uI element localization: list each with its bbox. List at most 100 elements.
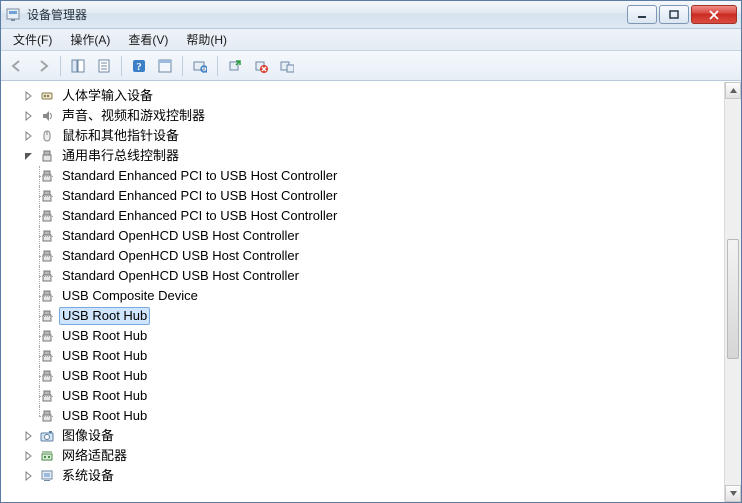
tree-item-label: USB Root Hub [59, 406, 150, 426]
toolbar-separator [182, 56, 183, 76]
action-button[interactable] [153, 54, 177, 78]
tree-node-usb-device[interactable]: USB Root Hub [39, 326, 724, 346]
tree-item-label: Standard Enhanced PCI to USB Host Contro… [59, 186, 340, 206]
expand-toggle[interactable] [23, 110, 35, 122]
tree-node-usb-device-icon [39, 288, 55, 304]
tree-node-usb-device[interactable]: Standard Enhanced PCI to USB Host Contro… [39, 186, 724, 206]
tree-item-label: Standard Enhanced PCI to USB Host Contro… [59, 206, 340, 226]
uninstall-button[interactable] [249, 54, 273, 78]
tree-node-usb-device[interactable]: Standard Enhanced PCI to USB Host Contro… [39, 166, 724, 186]
scroll-up-button[interactable] [725, 82, 741, 99]
tree-node-usb-device-icon [39, 388, 55, 404]
tree-node-system-icon [39, 468, 55, 484]
tree-item-label: USB Composite Device [59, 286, 201, 306]
close-button[interactable] [691, 5, 737, 24]
tree-node-usb-device-icon [39, 268, 55, 284]
menu-help[interactable]: 帮助(H) [178, 29, 235, 50]
tree-node-usb-device-icon [39, 228, 55, 244]
tree-node-usb-device[interactable]: Standard OpenHCD USB Host Controller [39, 246, 724, 266]
tree-item-label: Standard OpenHCD USB Host Controller [59, 246, 302, 266]
forward-button [31, 54, 55, 78]
tree-item-label: 系统设备 [59, 466, 117, 486]
tree-item-label: USB Root Hub [59, 366, 150, 386]
expand-toggle[interactable] [23, 90, 35, 102]
toolbar-separator [121, 56, 122, 76]
show-hide-tree-button[interactable] [66, 54, 90, 78]
menu-file[interactable]: 文件(F) [5, 29, 60, 50]
tree-node-imaging-icon [39, 428, 55, 444]
device-tree[interactable]: 人体学输入设备声音、视频和游戏控制器鼠标和其他指针设备通用串行总线控制器Stan… [1, 82, 724, 502]
expand-toggle[interactable] [23, 430, 35, 442]
toolbar-separator [60, 56, 61, 76]
tree-node-network-icon [39, 448, 55, 464]
svg-text:?: ? [136, 61, 142, 73]
tree-node-usb-device-icon [39, 348, 55, 364]
tree-node-usb-device-icon [39, 408, 55, 424]
tree-node-usb-device[interactable]: USB Root Hub [39, 386, 724, 406]
tree-item-label: 人体学输入设备 [59, 86, 156, 106]
toolbar-separator [217, 56, 218, 76]
minimize-button[interactable] [627, 5, 657, 24]
disable-button[interactable] [275, 54, 299, 78]
tree-node-usb-device[interactable]: USB Root Hub [39, 346, 724, 366]
tree-node-usb-device[interactable]: Standard Enhanced PCI to USB Host Contro… [39, 206, 724, 226]
toolbar: ? [1, 51, 741, 81]
tree-node-system[interactable]: 系统设备 [7, 466, 724, 486]
tree-item-label: USB Root Hub [59, 307, 150, 325]
scroll-track[interactable] [725, 99, 741, 485]
tree-node-usb-controllers-icon [39, 148, 55, 164]
tree-node-usb-controllers[interactable]: 通用串行总线控制器 [7, 146, 724, 166]
scan-hardware-button[interactable] [188, 54, 212, 78]
tree-item-label: USB Root Hub [59, 386, 150, 406]
menu-action[interactable]: 操作(A) [62, 29, 118, 50]
collapse-toggle[interactable] [23, 150, 35, 162]
tree-node-usb-device-icon [39, 208, 55, 224]
vertical-scrollbar[interactable] [724, 82, 741, 502]
tree-node-usb-device-icon [39, 168, 55, 184]
tree-item-label: 通用串行总线控制器 [59, 146, 182, 166]
tree-item-label: 图像设备 [59, 426, 117, 446]
tree-node-usb-device-icon [39, 308, 55, 324]
tree-node-usb-device[interactable]: Standard OpenHCD USB Host Controller [39, 226, 724, 246]
scroll-down-button[interactable] [725, 485, 741, 502]
tree-item-label: Standard OpenHCD USB Host Controller [59, 266, 302, 286]
tree-node-mouse[interactable]: 鼠标和其他指针设备 [7, 126, 724, 146]
tree-node-sound-icon [39, 108, 55, 124]
tree-node-usb-device[interactable]: USB Root Hub [39, 406, 724, 426]
tree-item-label: USB Root Hub [59, 346, 150, 366]
scroll-thumb[interactable] [727, 239, 739, 359]
tree-node-network[interactable]: 网络适配器 [7, 446, 724, 466]
tree-item-label: USB Root Hub [59, 326, 150, 346]
tree-item-label: Standard OpenHCD USB Host Controller [59, 226, 302, 246]
maximize-button[interactable] [659, 5, 689, 24]
tree-node-imaging[interactable]: 图像设备 [7, 426, 724, 446]
tree-item-label: 鼠标和其他指针设备 [59, 126, 182, 146]
expand-toggle[interactable] [23, 130, 35, 142]
tree-node-usb-device[interactable]: USB Root Hub [39, 306, 724, 326]
app-icon [5, 7, 21, 23]
window-controls [627, 5, 737, 24]
tree-node-mouse-icon [39, 128, 55, 144]
update-driver-button[interactable] [223, 54, 247, 78]
tree-node-usb-device-icon [39, 248, 55, 264]
menubar: 文件(F) 操作(A) 查看(V) 帮助(H) [1, 29, 741, 51]
tree-node-usb-device-icon [39, 328, 55, 344]
tree-node-usb-device[interactable]: USB Root Hub [39, 366, 724, 386]
tree-item-label: 网络适配器 [59, 446, 130, 466]
help-button[interactable]: ? [127, 54, 151, 78]
properties-button[interactable] [92, 54, 116, 78]
tree-item-label: Standard Enhanced PCI to USB Host Contro… [59, 166, 340, 186]
tree-node-usb-device[interactable]: Standard OpenHCD USB Host Controller [39, 266, 724, 286]
menu-view[interactable]: 查看(V) [120, 29, 176, 50]
tree-node-sound[interactable]: 声音、视频和游戏控制器 [7, 106, 724, 126]
expand-toggle[interactable] [23, 470, 35, 482]
content-area: 人体学输入设备声音、视频和游戏控制器鼠标和其他指针设备通用串行总线控制器Stan… [1, 81, 741, 502]
tree-item-label: 声音、视频和游戏控制器 [59, 106, 208, 126]
tree-node-usb-device-icon [39, 368, 55, 384]
tree-node-hid-icon [39, 88, 55, 104]
tree-node-hid[interactable]: 人体学输入设备 [7, 86, 724, 106]
tree-node-usb-device[interactable]: USB Composite Device [39, 286, 724, 306]
expand-toggle[interactable] [23, 450, 35, 462]
window-title: 设备管理器 [27, 6, 627, 23]
titlebar: 设备管理器 [1, 1, 741, 29]
